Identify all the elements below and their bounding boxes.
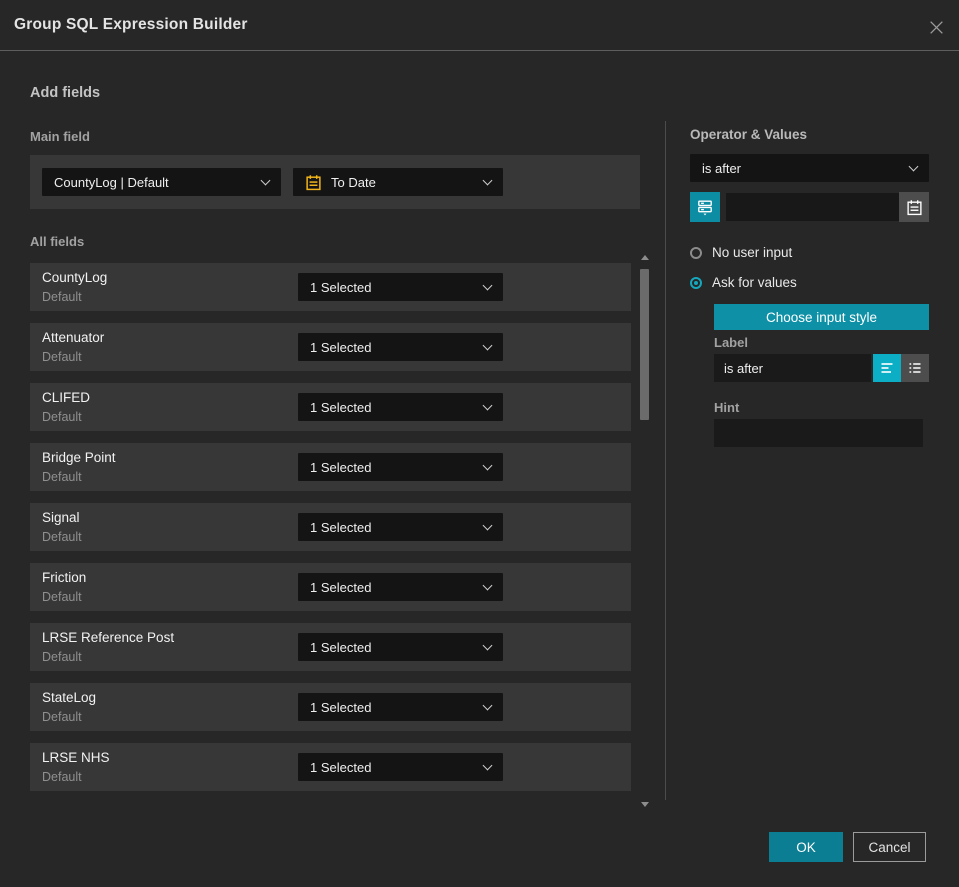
field-name: Signal bbox=[42, 510, 80, 525]
field-values-select[interactable]: 1 Selected bbox=[298, 633, 503, 661]
main-field-type-select[interactable]: To Date bbox=[293, 168, 503, 196]
label-input[interactable] bbox=[714, 354, 871, 382]
field-row: LRSE Reference Post Default 1 Selected bbox=[30, 623, 631, 671]
chevron-down-icon bbox=[482, 520, 493, 530]
group-sql-expression-builder-dialog: Group SQL Expression Builder Add fields … bbox=[0, 0, 959, 887]
chevron-down-icon bbox=[482, 400, 493, 410]
field-row: LRSE NHS Default 1 Selected bbox=[30, 743, 631, 791]
field-row: CLIFED Default 1 Selected bbox=[30, 383, 631, 431]
chevron-down-icon bbox=[482, 580, 493, 590]
field-row: Signal Default 1 Selected bbox=[30, 503, 631, 551]
scrollbar-thumb[interactable] bbox=[640, 269, 649, 420]
main-field-select[interactable]: CountyLog | Default bbox=[42, 168, 281, 196]
field-source: Default bbox=[42, 770, 82, 784]
choose-input-style-button[interactable]: Choose input style bbox=[714, 304, 929, 330]
value-input[interactable] bbox=[726, 193, 899, 221]
scroll-down-arrow-icon[interactable] bbox=[641, 802, 649, 807]
field-values-select[interactable]: 1 Selected bbox=[298, 753, 503, 781]
operator-values-heading: Operator & Values bbox=[690, 127, 808, 142]
field-name: StateLog bbox=[42, 690, 97, 705]
date-picker-button[interactable] bbox=[899, 192, 929, 222]
calendar-icon bbox=[906, 199, 923, 216]
chevron-down-icon bbox=[260, 175, 271, 185]
dialog-titlebar: Group SQL Expression Builder bbox=[0, 0, 959, 51]
main-field-panel: CountyLog | Default To Date bbox=[30, 155, 640, 209]
field-values-select[interactable]: 1 Selected bbox=[298, 393, 503, 421]
field-values-select[interactable]: 1 Selected bbox=[298, 333, 503, 361]
field-name: LRSE NHS bbox=[42, 750, 110, 765]
operator-select[interactable]: is after bbox=[690, 154, 929, 182]
field-name: Friction bbox=[42, 570, 87, 585]
main-field-label: Main field bbox=[30, 129, 90, 144]
ok-button[interactable]: OK bbox=[769, 832, 843, 862]
field-source: Default bbox=[42, 710, 82, 724]
ask-for-values-radio[interactable]: Ask for values bbox=[690, 275, 797, 290]
field-source: Default bbox=[42, 590, 82, 604]
field-values-select[interactable]: 1 Selected bbox=[298, 693, 503, 721]
bulleted-list-icon bbox=[907, 360, 923, 376]
radio-checked-icon bbox=[690, 276, 702, 289]
align-left-icon bbox=[879, 360, 895, 376]
field-source: Default bbox=[42, 350, 82, 364]
chevron-down-icon bbox=[482, 700, 493, 710]
list-style-button[interactable] bbox=[901, 354, 929, 382]
field-name: Attenuator bbox=[42, 330, 105, 345]
stacked-bars-icon bbox=[696, 198, 714, 216]
field-values-select[interactable]: 1 Selected bbox=[298, 573, 503, 601]
scroll-up-arrow-icon[interactable] bbox=[641, 255, 649, 260]
chevron-down-icon bbox=[482, 280, 493, 290]
label-field-label: Label bbox=[714, 335, 748, 350]
field-row: Attenuator Default 1 Selected bbox=[30, 323, 631, 371]
chevron-down-icon bbox=[482, 175, 493, 185]
chevron-down-icon bbox=[482, 460, 493, 470]
cancel-button[interactable]: Cancel bbox=[853, 832, 926, 862]
field-values-select[interactable]: 1 Selected bbox=[298, 273, 503, 301]
fields-list-scrollbar[interactable] bbox=[639, 253, 651, 809]
close-icon[interactable] bbox=[927, 18, 945, 36]
field-row: Friction Default 1 Selected bbox=[30, 563, 631, 611]
no-user-input-radio[interactable]: No user input bbox=[690, 245, 792, 260]
field-source: Default bbox=[42, 290, 82, 304]
chevron-down-icon bbox=[482, 760, 493, 770]
field-values-select[interactable]: 1 Selected bbox=[298, 513, 503, 541]
chevron-down-icon bbox=[908, 161, 919, 171]
field-row: StateLog Default 1 Selected bbox=[30, 683, 631, 731]
all-fields-label: All fields bbox=[30, 234, 85, 249]
field-name: CountyLog bbox=[42, 270, 108, 285]
calendar-icon bbox=[305, 174, 322, 191]
field-row: Bridge Point Default 1 Selected bbox=[30, 443, 631, 491]
stored-values-button[interactable] bbox=[690, 192, 720, 222]
field-source: Default bbox=[42, 650, 82, 664]
field-name: Bridge Point bbox=[42, 450, 116, 465]
field-source: Default bbox=[42, 410, 82, 424]
chevron-down-icon bbox=[482, 340, 493, 350]
field-name: LRSE Reference Post bbox=[42, 630, 175, 645]
add-fields-heading: Add fields bbox=[30, 85, 101, 101]
vertical-divider bbox=[665, 121, 666, 800]
field-source: Default bbox=[42, 530, 82, 544]
field-values-select[interactable]: 1 Selected bbox=[298, 453, 503, 481]
single-line-style-button[interactable] bbox=[873, 354, 901, 382]
field-row: CountyLog Default 1 Selected bbox=[30, 263, 631, 311]
field-source: Default bbox=[42, 470, 82, 484]
chevron-down-icon bbox=[482, 640, 493, 650]
radio-unchecked-icon bbox=[690, 246, 702, 259]
hint-input[interactable] bbox=[714, 419, 923, 447]
dialog-title: Group SQL Expression Builder bbox=[14, 16, 248, 33]
all-fields-list: CountyLog Default 1 Selected Attenuator … bbox=[30, 263, 631, 791]
hint-field-label: Hint bbox=[714, 400, 740, 415]
field-name: CLIFED bbox=[42, 390, 91, 405]
